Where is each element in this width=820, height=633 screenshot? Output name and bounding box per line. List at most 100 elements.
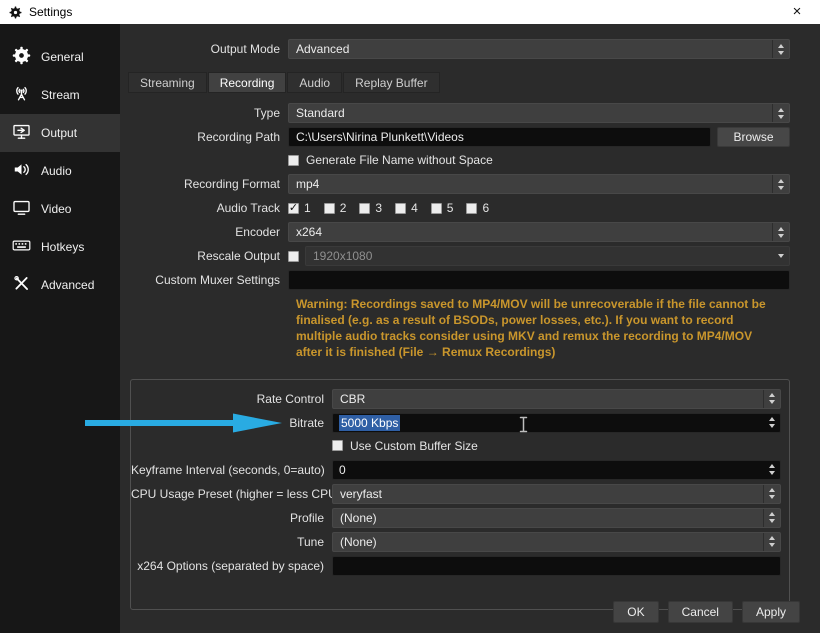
audio-track-label: Audio Track: [128, 201, 288, 215]
audio-track-3: 3: [359, 201, 382, 215]
output-tabs: Streaming Recording Audio Replay Buffer: [128, 72, 790, 93]
audio-track-5: 5: [431, 201, 454, 215]
sidebar-item-general[interactable]: General: [0, 38, 120, 76]
apply-button[interactable]: Apply: [742, 601, 800, 623]
audio-track-1-checkbox[interactable]: ✓: [288, 203, 299, 214]
type-value: Standard: [289, 106, 772, 120]
audio-track-1-label: 1: [304, 201, 311, 215]
encoder-dropdown[interactable]: x264: [288, 222, 790, 242]
row-rate-control: Rate Control CBR: [131, 388, 781, 410]
bitrate-label: Bitrate: [131, 416, 332, 430]
audio-track-5-label: 5: [447, 201, 454, 215]
recording-path-input[interactable]: C:\Users\Nirina Plunkett\Videos: [288, 127, 711, 147]
generate-no-space-checkbox[interactable]: [288, 155, 299, 166]
gear-icon: [12, 46, 31, 68]
check-icon: ✓: [289, 203, 298, 214]
rescale-resolution-dropdown: 1920x1080: [305, 246, 790, 266]
bitrate-input[interactable]: 5000 Kbps: [332, 413, 781, 433]
mp4-warning-text: Warning: Recordings saved to MP4/MOV wil…: [296, 297, 766, 361]
type-dropdown[interactable]: Standard: [288, 103, 790, 123]
audio-track-5-checkbox[interactable]: [431, 203, 442, 214]
chevron-down-icon: [772, 247, 789, 265]
rescale-output-checkbox[interactable]: [288, 251, 299, 262]
sidebar-item-video[interactable]: Video: [0, 190, 120, 228]
recording-format-dropdown[interactable]: mp4: [288, 174, 790, 194]
sidebar-item-label: Audio: [41, 164, 72, 178]
window-title: Settings: [29, 5, 72, 19]
sidebar: General Stream Output Audio Video Hotkey…: [0, 24, 120, 633]
row-audio-track: Audio Track ✓ 1 2 3 4: [128, 197, 790, 219]
tab-audio[interactable]: Audio: [287, 72, 342, 93]
recording-format-value: mp4: [289, 177, 772, 191]
audio-track-6-checkbox[interactable]: [466, 203, 477, 214]
row-x264-options: x264 Options (separated by space): [131, 555, 781, 577]
custom-buffer-checkbox[interactable]: [332, 440, 343, 451]
encoder-value: x264: [289, 225, 772, 239]
cancel-button[interactable]: Cancel: [668, 601, 733, 623]
type-label: Type: [128, 106, 288, 120]
chevron-updown-icon: [772, 104, 789, 122]
settings-gear-icon: [9, 6, 22, 19]
sidebar-item-label: Output: [41, 126, 77, 140]
output-icon: [12, 122, 31, 144]
dialog-footer: OK Cancel Apply: [120, 591, 820, 633]
rate-control-dropdown[interactable]: CBR: [332, 389, 781, 409]
audio-track-4-checkbox[interactable]: [395, 203, 406, 214]
audio-track-6: 6: [466, 201, 489, 215]
chevron-updown-icon: [763, 485, 780, 503]
antenna-icon: [12, 84, 31, 106]
settings-window: Settings × General Stream Output Audio V…: [0, 0, 820, 633]
row-profile: Profile (None): [131, 507, 781, 529]
row-encoder: Encoder x264: [128, 221, 790, 243]
profile-value: (None): [333, 511, 763, 525]
audio-track-4: 4: [395, 201, 418, 215]
text-cursor-icon: [518, 416, 529, 433]
custom-buffer-label: Use Custom Buffer Size: [350, 439, 478, 453]
sidebar-item-audio[interactable]: Audio: [0, 152, 120, 190]
row-cpu-preset: CPU Usage Preset (higher = less CPU) ver…: [131, 483, 781, 505]
chevron-updown-icon: [763, 509, 780, 527]
cpu-preset-label: CPU Usage Preset (higher = less CPU): [131, 487, 332, 501]
chevron-updown-icon: [772, 223, 789, 241]
cpu-preset-value: veryfast: [333, 487, 763, 501]
x264-options-input[interactable]: [332, 556, 781, 576]
row-tune: Tune (None): [131, 531, 781, 553]
sidebar-item-advanced[interactable]: Advanced: [0, 266, 120, 304]
spinner-arrows-icon[interactable]: [763, 461, 780, 479]
spinner-arrows-icon[interactable]: [763, 414, 780, 432]
chevron-updown-icon: [772, 175, 789, 193]
x264-options-label: x264 Options (separated by space): [131, 559, 332, 573]
audio-track-3-checkbox[interactable]: [359, 203, 370, 214]
output-mode-dropdown[interactable]: Advanced: [288, 39, 790, 59]
chevron-updown-icon: [772, 40, 789, 58]
row-generate-no-space: Generate File Name without Space: [128, 151, 790, 169]
tune-value: (None): [333, 535, 763, 549]
row-custom-muxer: Custom Muxer Settings: [128, 269, 790, 291]
bitrate-value-wrap: 5000 Kbps: [333, 416, 763, 430]
keyframe-interval-input[interactable]: 0: [332, 460, 781, 480]
bitrate-value: 5000 Kbps: [339, 415, 400, 431]
close-icon[interactable]: ×: [783, 0, 811, 24]
sidebar-item-stream[interactable]: Stream: [0, 76, 120, 114]
audio-track-2-checkbox[interactable]: [324, 203, 335, 214]
audio-track-2-label: 2: [340, 201, 347, 215]
tab-streaming[interactable]: Streaming: [128, 72, 207, 93]
tune-dropdown[interactable]: (None): [332, 532, 781, 552]
row-output-mode: Output Mode Advanced: [128, 38, 790, 60]
browse-button[interactable]: Browse: [717, 127, 790, 147]
row-custom-buffer: Use Custom Buffer Size: [131, 437, 781, 455]
ok-button[interactable]: OK: [613, 601, 658, 623]
sidebar-item-output[interactable]: Output: [0, 114, 120, 152]
recording-path-label: Recording Path: [128, 130, 288, 144]
row-recording-path: Recording Path C:\Users\Nirina Plunkett\…: [128, 126, 790, 148]
tab-replay-buffer[interactable]: Replay Buffer: [343, 72, 440, 93]
row-bitrate: Bitrate 5000 Kbps: [131, 412, 781, 434]
tab-recording[interactable]: Recording: [208, 72, 287, 93]
encoder-settings-group: Rate Control CBR Bitrate 5000 Kbps: [130, 379, 790, 610]
sidebar-item-hotkeys[interactable]: Hotkeys: [0, 228, 120, 266]
cpu-preset-dropdown[interactable]: veryfast: [332, 484, 781, 504]
row-recording-format: Recording Format mp4: [128, 173, 790, 195]
custom-muxer-input[interactable]: [288, 270, 790, 290]
recording-format-label: Recording Format: [128, 177, 288, 191]
profile-dropdown[interactable]: (None): [332, 508, 781, 528]
